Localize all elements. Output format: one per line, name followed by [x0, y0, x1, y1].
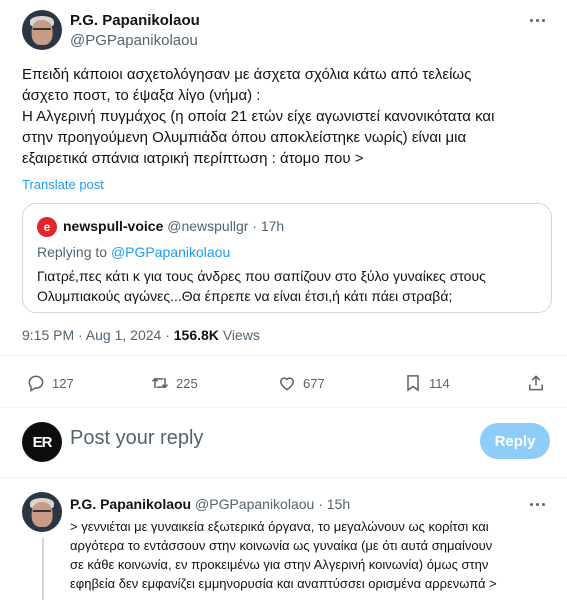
tweet-text-line: εξαιρετικά σπάνια ιατρική περίπτωση : άτ… [22, 150, 364, 167]
reply-more-options-icon[interactable] [525, 494, 549, 514]
quote-text: Γιατρέ,πες κάτι κ για τους άνδρες που σα… [37, 266, 486, 306]
quote-replying-to: Replying to @PGPapanikolaou [37, 244, 230, 260]
reply-header: P.G. Papanikolaou @PGPapanikolaou · 15h [70, 496, 350, 512]
tweet-timestamp[interactable]: 9:15 PM · Aug 1, 2024 · [22, 327, 170, 343]
reply-button[interactable]: Reply [480, 423, 550, 459]
tweet-text-line: άσχετο ποστ, το έψαξα λίγο (νήμα) : [22, 87, 261, 104]
bookmark-action[interactable]: 114 [403, 363, 450, 403]
current-user-avatar[interactable]: ER [22, 422, 62, 462]
divider [0, 407, 567, 408]
tweet-text-line: Επειδή κάποιοι ασχετολόγησαν με άσχετα σ… [22, 66, 472, 83]
translate-post-link[interactable]: Translate post [22, 177, 104, 192]
tweet-text-line: Η Αλγερινή πυγμάχος (η οποία 21 ετών είχ… [22, 108, 495, 125]
quote-text-line: Γιατρέ,πες κάτι κ για τους άνδρες που σα… [37, 268, 486, 284]
quote-author-avatar[interactable]: e [37, 217, 57, 237]
quote-header: newspull-voice @newspullgr · 17h [63, 218, 284, 234]
quote-text-line: Ολυμπιακούς αγώνες...Θα έπρεπε να είναι … [37, 288, 453, 304]
views-count[interactable]: 156.8K [174, 327, 219, 343]
views-label: Views [222, 327, 260, 343]
like-action[interactable]: 677 [277, 363, 325, 403]
divider [0, 355, 567, 356]
reply-input[interactable]: Post your reply [70, 427, 203, 450]
reply-time[interactable]: 15h [327, 496, 350, 512]
tweet-text-line: στην προηγούμενη Ολυμπιάδα όπου αποκλείσ… [22, 129, 467, 146]
divider [0, 477, 567, 478]
tweet-meta: 9:15 PM · Aug 1, 2024 · 156.8K Views [22, 327, 260, 343]
author-name[interactable]: P.G. Papanikolaou [70, 12, 200, 29]
reply-text-line: > γεννιέται με γυναικεία εξωτερικά όργαν… [70, 519, 489, 534]
author-avatar[interactable] [22, 10, 62, 50]
share-icon [529, 375, 543, 391]
more-options-icon[interactable] [525, 10, 549, 30]
repost-count: 225 [176, 375, 198, 391]
reply-action[interactable]: 127 [26, 363, 74, 403]
replying-to-handle[interactable]: @PGPapanikolaou [111, 244, 230, 260]
replying-prefix: Replying to [37, 244, 108, 260]
quoted-tweet[interactable]: e newspull-voice @newspullgr · 17h Reply… [22, 203, 552, 313]
repost-icon [151, 377, 169, 389]
reply-author-name[interactable]: P.G. Papanikolaou [70, 496, 191, 512]
action-bar: 127 225 677 114 [0, 363, 567, 403]
author-handle[interactable]: @PGPapanikolaou [70, 32, 198, 49]
share-action[interactable] [526, 363, 546, 403]
quote-avatar-letter: e [43, 220, 51, 234]
like-count: 677 [303, 375, 325, 391]
reply-author-handle[interactable]: @PGPapanikolaou [195, 496, 314, 512]
reply-separator: · [318, 496, 323, 512]
reply-text: > γεννιέται με γυναικεία εξωτερικά όργαν… [70, 517, 497, 593]
bookmark-count: 114 [429, 375, 450, 391]
tweet-text: Επειδή κάποιοι ασχετολόγησαν με άσχετα σ… [22, 64, 552, 169]
bookmark-icon [407, 375, 419, 392]
repost-action[interactable]: 225 [150, 363, 198, 403]
quote-author-name[interactable]: newspull-voice [63, 218, 163, 234]
quote-author-handle[interactable]: @newspullgr [167, 218, 248, 234]
reply-count: 127 [52, 375, 74, 391]
reply-text-line: σε κάθε κοινωνία, εν προκειμένω για στην… [70, 557, 489, 572]
reply-author-avatar[interactable] [22, 492, 62, 532]
reply-composer: ER Post your reply Reply [0, 413, 567, 471]
quote-time[interactable]: 17h [261, 218, 284, 234]
quote-separator: · [252, 218, 257, 234]
reply-icon [28, 375, 44, 392]
reply-text-line: αργότερα το εντάσσουν στην κοινωνία ως γ… [70, 538, 493, 553]
heart-icon [279, 377, 295, 391]
reply-text-line: εφηβεία δεν εμφανίζει εμμηνορυσία και αν… [70, 576, 497, 591]
thread-line [42, 538, 44, 600]
